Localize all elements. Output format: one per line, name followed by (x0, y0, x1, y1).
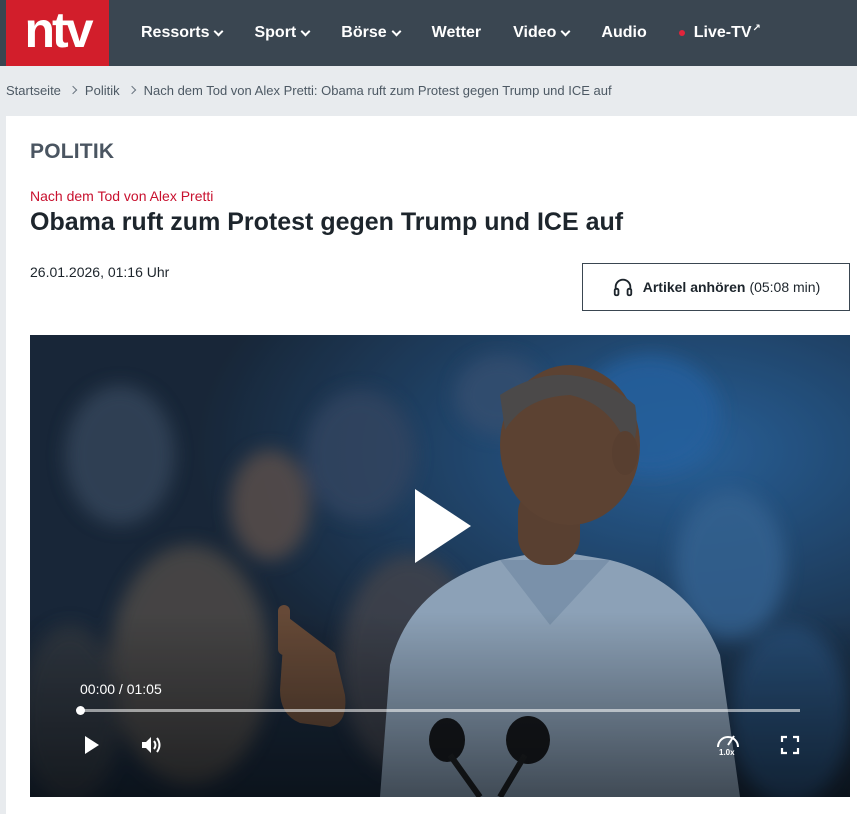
nav-item-wetter[interactable]: Wetter (432, 24, 482, 42)
video-player[interactable]: 00:00 / 01:05 1.0x (30, 335, 850, 797)
ntv-logo[interactable]: ntv (6, 0, 109, 66)
nav-label: Audio (601, 24, 647, 41)
speed-icon[interactable] (715, 730, 741, 750)
breadcrumb-politik[interactable]: Politik (85, 83, 120, 98)
chevron-down-icon (300, 26, 311, 36)
breadcrumb-current: Nach dem Tod von Alex Pretti: Obama ruft… (143, 82, 612, 98)
article-date: 26.01.2026, 01:16 Uhr (30, 264, 170, 280)
play-overlay-icon[interactable] (413, 487, 473, 565)
external-link-icon: ↗ (752, 22, 761, 34)
breadcrumb-home[interactable]: Startseite (6, 83, 61, 98)
fullscreen-icon[interactable] (780, 735, 800, 755)
chevron-right-icon (127, 85, 136, 95)
nav-item-live-tv[interactable]: Live-TV ↗ (678, 22, 761, 42)
nav-label: Wetter (431, 24, 482, 41)
chevron-down-icon (391, 26, 402, 36)
nav-item-boerse[interactable]: Börse (341, 24, 402, 42)
nav-label: Sport (254, 24, 297, 41)
nav-label: Video (513, 24, 557, 41)
nav-label: Ressorts (141, 24, 210, 41)
headphones-icon (613, 278, 632, 297)
breadcrumb: Startseite Politik Nach dem Tod von Alex… (6, 66, 612, 114)
nav-item-audio[interactable]: Audio (601, 24, 646, 42)
nav-item-video[interactable]: Video (513, 24, 571, 42)
listen-article-button[interactable]: Artikel anhören (05:08 min) (582, 263, 850, 311)
chevron-down-icon (560, 26, 571, 36)
article-card: POLITIK Nach dem Tod von Alex Pretti Oba… (6, 116, 857, 814)
article-kicker: Nach dem Tod von Alex Pretti (30, 188, 214, 204)
live-indicator-icon (678, 30, 685, 36)
section-label[interactable]: POLITIK (30, 140, 114, 164)
video-thumbnail (30, 335, 850, 797)
listen-label: Artikel anhören (642, 279, 746, 295)
nav-label: Live-TV (693, 24, 752, 41)
nav-item-ressorts[interactable]: Ressorts (141, 24, 224, 42)
chevron-down-icon (214, 26, 224, 36)
listen-duration: (05:08 min) (749, 279, 821, 295)
chevron-right-icon (68, 85, 78, 95)
logo-text: ntv (24, 2, 94, 58)
play-icon[interactable] (83, 735, 101, 755)
volume-icon[interactable] (140, 734, 164, 756)
video-progress-bar[interactable] (76, 706, 800, 715)
speed-label: 1.0x (719, 748, 735, 757)
nav-menu: Ressorts Sport Börse Wetter Video Audio … (125, 0, 777, 66)
progress-handle[interactable] (76, 706, 85, 715)
video-timecode: 00:00 / 01:05 (80, 681, 162, 697)
article-headline: Obama ruft zum Protest gegen Trump und I… (30, 208, 624, 236)
top-navigation: ntv Ressorts Sport Börse Wetter Video Au… (0, 0, 857, 66)
nav-label: Börse (341, 24, 387, 41)
nav-item-sport[interactable]: Sport (254, 24, 311, 42)
